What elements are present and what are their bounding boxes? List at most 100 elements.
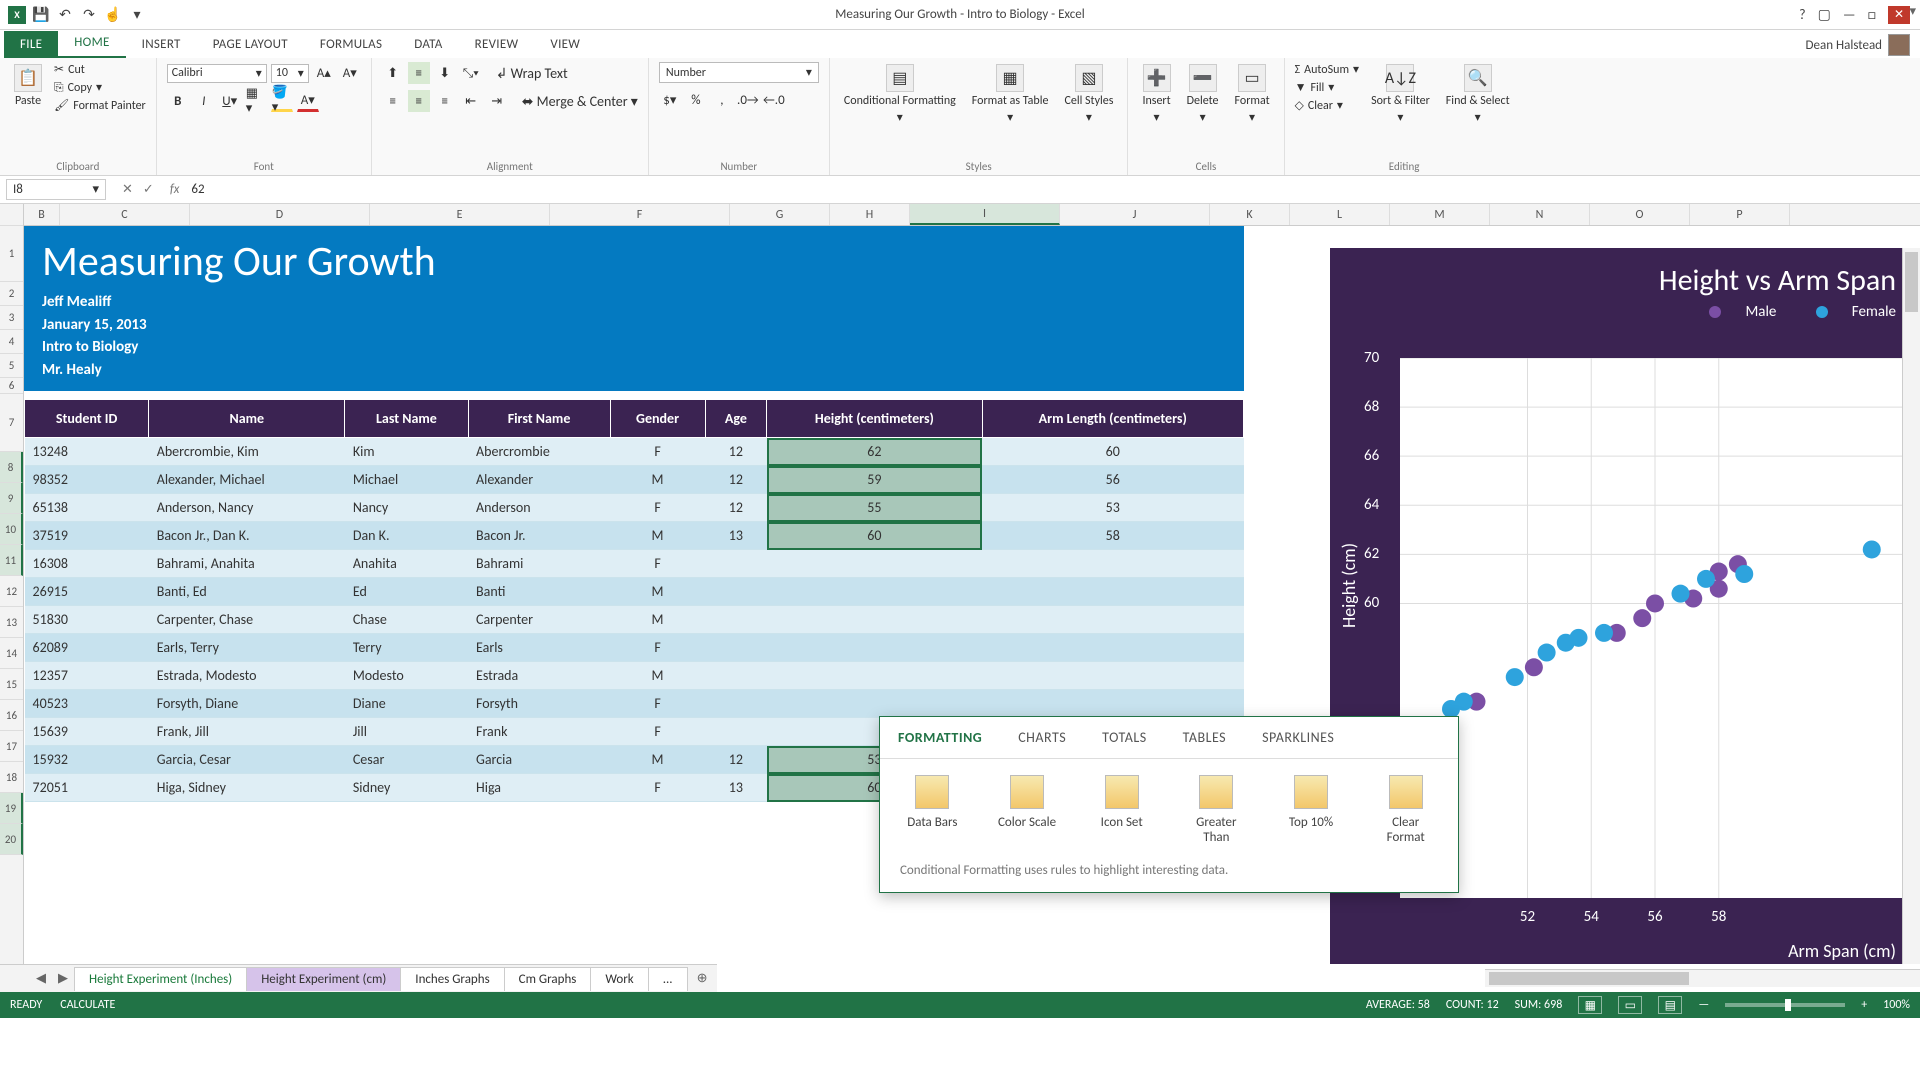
insert-cells-button[interactable]: ➕Insert ▾ <box>1138 62 1174 127</box>
table-header[interactable]: Gender <box>610 400 705 438</box>
decrease-decimal-icon[interactable]: ←.0 <box>763 89 785 111</box>
align-right-icon[interactable]: ≡ <box>434 90 456 112</box>
column-header[interactable]: L <box>1290 204 1390 225</box>
sheet-tab[interactable]: Work <box>590 967 648 991</box>
cut-button[interactable]: ✂ Cut <box>54 62 146 77</box>
column-header[interactable]: P <box>1690 204 1790 225</box>
tab-home[interactable]: HOME <box>58 29 125 58</box>
qa-tab[interactable]: SPARKLINES <box>1244 717 1352 758</box>
row-header[interactable]: 6 <box>0 378 23 394</box>
increase-decimal-icon[interactable]: .0→ <box>737 89 759 111</box>
row-header[interactable]: 14 <box>0 638 23 669</box>
help-icon[interactable]: ? <box>1799 6 1806 23</box>
vertical-scrollbar[interactable] <box>1902 248 1920 964</box>
align-bottom-icon[interactable]: ⬇ <box>434 62 456 84</box>
format-as-table-button[interactable]: ▦Format as Table ▾ <box>968 62 1053 127</box>
row-header[interactable]: 12 <box>0 576 23 607</box>
sheet-tab[interactable]: Cm Graphs <box>504 967 592 991</box>
delete-cells-button[interactable]: ➖Delete ▾ <box>1183 62 1223 127</box>
qa-tab[interactable]: TOTALS <box>1084 717 1164 758</box>
bold-button[interactable]: B <box>167 90 189 112</box>
table-row[interactable]: 13248Abercrombie, KimKimAbercrombieF1262… <box>25 438 1244 466</box>
clear-button[interactable]: ◇ Clear ▾ <box>1295 98 1359 113</box>
table-row[interactable]: 26915Banti, EdEdBantiM <box>25 578 1244 606</box>
row-header[interactable]: 1 <box>0 226 23 282</box>
enter-formula-icon[interactable]: ✓ <box>143 182 154 197</box>
accounting-format-icon[interactable]: $▾ <box>659 89 681 111</box>
tab-review[interactable]: REVIEW <box>459 31 535 58</box>
maximize-icon[interactable]: □ <box>1868 6 1876 23</box>
wrap-text-button[interactable]: ↲ Wrap Text <box>496 65 568 82</box>
signed-in-user[interactable]: Dean Halstead <box>1806 34 1910 56</box>
qa-option[interactable]: Data Bars <box>900 775 965 845</box>
table-header[interactable]: Last Name <box>345 400 468 438</box>
qa-option[interactable]: Icon Set <box>1089 775 1154 845</box>
column-header[interactable]: H <box>830 204 910 225</box>
qa-tab[interactable]: TABLES <box>1165 717 1244 758</box>
sheet-tab[interactable]: Height Experiment (cm) <box>246 967 401 991</box>
number-format-select[interactable]: Number▾ <box>659 62 819 83</box>
fill-button[interactable]: ▼ Fill ▾ <box>1295 80 1359 95</box>
column-header[interactable]: F <box>550 204 730 225</box>
row-header[interactable]: 18 <box>0 762 23 793</box>
zoom-in-icon[interactable]: + <box>1861 998 1867 1012</box>
row-header[interactable]: 10 <box>0 514 23 545</box>
column-header[interactable]: I <box>910 204 1060 225</box>
column-header[interactable]: N <box>1490 204 1590 225</box>
font-size-select[interactable]: 10▾ <box>271 64 309 83</box>
column-header[interactable]: G <box>730 204 830 225</box>
close-icon[interactable]: ✕ <box>1888 6 1910 24</box>
table-row[interactable]: 51830Carpenter, ChaseChaseCarpenterM <box>25 606 1244 634</box>
font-color-button[interactable]: A▾ <box>297 90 319 112</box>
qa-option[interactable]: Color Scale <box>995 775 1060 845</box>
format-painter-button[interactable]: 🖌 Format Painter <box>54 98 146 113</box>
italic-button[interactable]: I <box>193 90 215 112</box>
table-row[interactable]: 12357Estrada, ModestoModestoEstradaM <box>25 662 1244 690</box>
table-header[interactable]: Name <box>149 400 345 438</box>
table-row[interactable]: 37519Bacon Jr., Dan K.Dan K.Bacon Jr.M13… <box>25 522 1244 550</box>
table-header[interactable]: Arm Length (centimeters) <box>982 400 1244 438</box>
autosum-button[interactable]: Σ AutoSum ▾ <box>1295 62 1359 77</box>
column-header[interactable]: C <box>60 204 190 225</box>
table-header[interactable]: Age <box>705 400 767 438</box>
sheet-tab[interactable]: Height Experiment (Inches) <box>74 967 247 991</box>
table-header[interactable]: First Name <box>468 400 610 438</box>
copy-button[interactable]: ⎘ Copy ▾ <box>54 80 146 95</box>
tab-data[interactable]: DATA <box>398 31 458 58</box>
borders-button[interactable]: ▦ ▾ <box>245 90 267 112</box>
qat-customize-icon[interactable]: ▾ <box>128 6 146 24</box>
table-row[interactable]: 65138Anderson, NancyNancyAndersonF125553 <box>25 494 1244 522</box>
row-header[interactable]: 15 <box>0 669 23 700</box>
decrease-indent-icon[interactable]: ⇤ <box>460 90 482 112</box>
orientation-icon[interactable]: ⤡▾ <box>460 62 482 84</box>
increase-font-icon[interactable]: A▴ <box>313 62 335 84</box>
name-box[interactable]: I8▾ <box>6 179 106 200</box>
table-row[interactable]: 62089Earls, TerryTerryEarlsF <box>25 634 1244 662</box>
view-page-break-icon[interactable]: ▤ <box>1658 996 1682 1014</box>
touch-mode-icon[interactable]: ☝ <box>104 6 122 24</box>
align-left-icon[interactable]: ≡ <box>382 90 404 112</box>
tab-formulas[interactable]: FORMULAS <box>304 31 398 58</box>
row-header[interactable]: 8 <box>0 452 23 483</box>
save-icon[interactable]: 💾 <box>32 6 50 24</box>
formula-input[interactable]: 62 <box>185 182 1920 197</box>
qa-option[interactable]: Greater Than <box>1184 775 1249 845</box>
font-name-select[interactable]: Calibri▾ <box>167 64 267 83</box>
row-header[interactable]: 9 <box>0 483 23 514</box>
column-header[interactable]: E <box>370 204 550 225</box>
qa-tab[interactable]: FORMATTING <box>880 717 1000 758</box>
row-header[interactable]: 5 <box>0 354 23 378</box>
underline-button[interactable]: U ▾ <box>219 90 241 112</box>
table-row[interactable]: 16308Bahrami, AnahitaAnahitaBahramiF <box>25 550 1244 578</box>
row-header[interactable]: 13 <box>0 607 23 638</box>
table-header[interactable]: Height (centimeters) <box>767 400 982 438</box>
column-header[interactable]: M <box>1390 204 1490 225</box>
table-row[interactable]: 40523Forsyth, DianeDianeForsythF <box>25 690 1244 718</box>
fill-color-button[interactable]: 🪣▾ <box>271 90 293 112</box>
sheet-tab-more[interactable]: ... <box>648 967 688 991</box>
increase-indent-icon[interactable]: ⇥ <box>486 90 508 112</box>
zoom-slider[interactable] <box>1725 1003 1845 1007</box>
find-select-button[interactable]: 🔍Find & Select ▾ <box>1442 62 1514 127</box>
conditional-formatting-button[interactable]: ▤Conditional Formatting ▾ <box>840 62 960 127</box>
sort-filter-button[interactable]: A↓ZSort & Filter ▾ <box>1367 62 1434 127</box>
